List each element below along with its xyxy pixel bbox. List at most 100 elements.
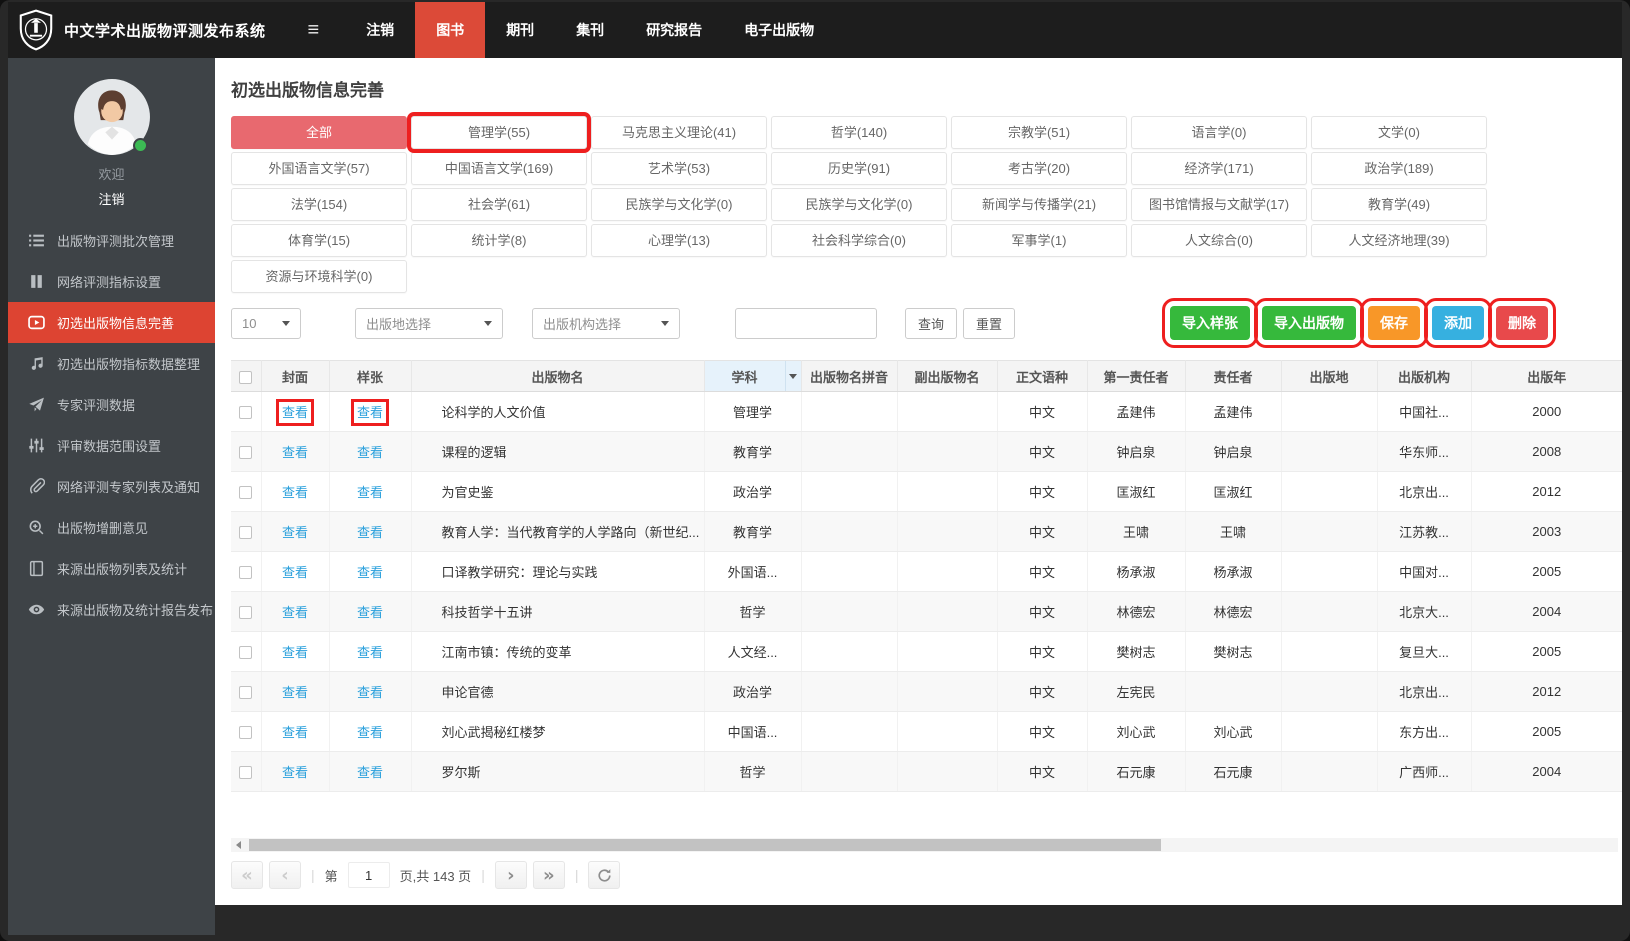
view-sample-link[interactable]: 查看 xyxy=(357,645,383,660)
sidebar-item-preselect-index-data[interactable]: 初选出版物指标数据整理 xyxy=(8,343,215,384)
reset-button[interactable]: 重置 xyxy=(963,308,1015,339)
column-header-3[interactable]: 学科 xyxy=(704,360,802,392)
category-button-16[interactable]: 民族学与文化学(0) xyxy=(591,188,767,221)
category-button-14[interactable]: 法学(154) xyxy=(231,188,407,221)
category-button-11[interactable]: 考古学(20) xyxy=(951,152,1127,185)
select-all-checkbox[interactable] xyxy=(239,370,253,384)
category-button-0[interactable]: 全部 xyxy=(231,116,407,149)
next-page-button[interactable]: › xyxy=(494,861,527,889)
scrollbar-thumb[interactable] xyxy=(249,839,1161,851)
row-checkbox[interactable] xyxy=(239,686,253,700)
sidebar-item-expert-eval-data[interactable]: 专家评测数据 xyxy=(8,384,215,425)
row-checkbox[interactable] xyxy=(239,566,253,580)
row-checkbox[interactable] xyxy=(239,606,253,620)
column-header-9[interactable]: 出版地 xyxy=(1281,360,1378,392)
view-cover-link[interactable]: 查看 xyxy=(282,445,308,460)
save-button[interactable]: 保存 xyxy=(1360,298,1428,348)
scroll-left-arrow-icon[interactable] xyxy=(236,841,241,849)
view-cover-link[interactable]: 查看 xyxy=(282,645,308,660)
sidebar-item-network-index-settings[interactable]: 网络评测指标设置 xyxy=(8,261,215,302)
column-header-10[interactable]: 出版机构 xyxy=(1377,360,1472,392)
category-button-6[interactable]: 文学(0) xyxy=(1311,116,1487,149)
view-sample-link[interactable]: 查看 xyxy=(357,485,383,500)
row-checkbox[interactable] xyxy=(239,526,253,540)
category-button-19[interactable]: 图书馆情报与文献学(17) xyxy=(1131,188,1307,221)
column-header-5[interactable]: 副出版物名 xyxy=(897,360,998,392)
org-select[interactable]: 出版机构选择 xyxy=(532,308,680,339)
prev-page-button[interactable]: ‹ xyxy=(269,861,301,889)
column-header-6[interactable]: 正文语种 xyxy=(997,360,1088,392)
search-input[interactable] xyxy=(735,308,877,339)
row-checkbox[interactable] xyxy=(239,646,253,660)
category-button-10[interactable]: 历史学(91) xyxy=(771,152,947,185)
column-header-2[interactable]: 出版物名 xyxy=(411,360,705,392)
sidebar-item-preselect-info[interactable]: 初选出版物信息完善 xyxy=(8,302,215,343)
category-button-12[interactable]: 经济学(171) xyxy=(1131,152,1307,185)
category-button-2[interactable]: 马克思主义理论(41) xyxy=(591,116,767,149)
column-header-4[interactable]: 出版物名拼音 xyxy=(801,360,898,392)
view-cover-link[interactable]: 查看 xyxy=(275,399,315,426)
view-sample-link[interactable]: 查看 xyxy=(350,399,390,426)
sidebar-item-batch-management[interactable]: 出版物评测批次管理 xyxy=(8,220,215,261)
query-button[interactable]: 查询 xyxy=(905,308,957,339)
category-button-5[interactable]: 语言学(0) xyxy=(1131,116,1307,149)
delete-button[interactable]: 删除 xyxy=(1488,298,1556,348)
page-size-select[interactable]: 10 xyxy=(231,308,301,339)
row-checkbox[interactable] xyxy=(239,486,253,500)
category-button-3[interactable]: 哲学(140) xyxy=(771,116,947,149)
category-button-4[interactable]: 宗教学(51) xyxy=(951,116,1127,149)
view-sample-link[interactable]: 查看 xyxy=(357,525,383,540)
category-button-1[interactable]: 管理学(55) xyxy=(407,112,591,153)
view-cover-link[interactable]: 查看 xyxy=(282,685,308,700)
first-page-button[interactable]: « xyxy=(231,861,263,889)
view-sample-link[interactable]: 查看 xyxy=(357,605,383,620)
view-cover-link[interactable]: 查看 xyxy=(282,725,308,740)
column-header-1[interactable]: 样张 xyxy=(329,360,412,392)
nav-item-books[interactable]: 图书 xyxy=(415,2,486,58)
nav-item-epub[interactable]: 电子出版物 xyxy=(723,2,835,58)
view-sample-link[interactable]: 查看 xyxy=(357,725,383,740)
category-button-23[interactable]: 心理学(13) xyxy=(591,224,767,257)
row-checkbox[interactable] xyxy=(239,446,253,460)
category-button-9[interactable]: 艺术学(53) xyxy=(591,152,767,185)
import-sample-button[interactable]: 导入样张 xyxy=(1162,298,1258,348)
menu-toggle-icon[interactable]: ≡ xyxy=(308,20,320,40)
sidebar-item-source-pub-report-publish[interactable]: 来源出版物及统计报告发布 xyxy=(8,589,215,630)
view-cover-link[interactable]: 查看 xyxy=(282,765,308,780)
view-cover-link[interactable]: 查看 xyxy=(282,565,308,580)
sidebar-logout-link[interactable]: 注销 xyxy=(8,189,215,208)
category-button-15[interactable]: 社会学(61) xyxy=(411,188,587,221)
sidebar-item-review-data-range[interactable]: 评审数据范围设置 xyxy=(8,425,215,466)
column-header-8[interactable]: 责任者 xyxy=(1185,360,1282,392)
category-button-8[interactable]: 中国语言文学(169) xyxy=(411,152,587,185)
category-button-7[interactable]: 外国语言文学(57) xyxy=(231,152,407,185)
category-button-18[interactable]: 新闻学与传播学(21) xyxy=(951,188,1127,221)
view-cover-link[interactable]: 查看 xyxy=(282,605,308,620)
category-button-22[interactable]: 统计学(8) xyxy=(411,224,587,257)
view-cover-link[interactable]: 查看 xyxy=(282,525,308,540)
page-number-input[interactable] xyxy=(347,862,390,888)
category-button-20[interactable]: 教育学(49) xyxy=(1311,188,1487,221)
category-button-17[interactable]: 民族学与文化学(0) xyxy=(771,188,947,221)
nav-item-reports[interactable]: 研究报告 xyxy=(625,2,723,58)
horizontal-scrollbar[interactable] xyxy=(231,838,1618,852)
category-button-27[interactable]: 人文经济地理(39) xyxy=(1311,224,1487,257)
category-button-24[interactable]: 社会科学综合(0) xyxy=(771,224,947,257)
sidebar-item-pub-add-delete-opinions[interactable]: 出版物增删意见 xyxy=(8,507,215,548)
view-sample-link[interactable]: 查看 xyxy=(357,445,383,460)
row-checkbox[interactable] xyxy=(239,766,253,780)
category-button-26[interactable]: 人文综合(0) xyxy=(1131,224,1307,257)
nav-item-journals[interactable]: 期刊 xyxy=(485,2,555,58)
add-button[interactable]: 添加 xyxy=(1424,298,1492,348)
column-header-11[interactable]: 出版年 xyxy=(1471,360,1622,392)
column-header-0[interactable]: 封面 xyxy=(261,360,330,392)
sidebar-item-expert-list-notice[interactable]: 网络评测专家列表及通知 xyxy=(8,466,215,507)
view-sample-link[interactable]: 查看 xyxy=(357,765,383,780)
refresh-button[interactable] xyxy=(588,861,621,889)
import-publication-button[interactable]: 导入出版物 xyxy=(1254,298,1364,348)
row-checkbox[interactable] xyxy=(239,406,253,420)
column-header-7[interactable]: 第一责任者 xyxy=(1087,360,1186,392)
category-button-25[interactable]: 军事学(1) xyxy=(951,224,1127,257)
view-sample-link[interactable]: 查看 xyxy=(357,565,383,580)
category-button-13[interactable]: 政治学(189) xyxy=(1311,152,1487,185)
